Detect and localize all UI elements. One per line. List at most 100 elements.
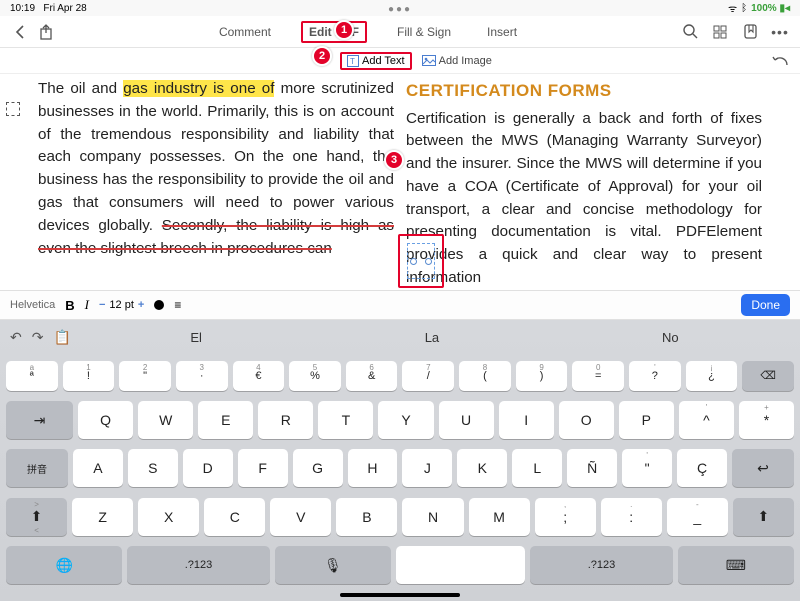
key-_[interactable]: -_: [667, 498, 728, 536]
key-L[interactable]: L: [512, 449, 562, 487]
grid-icon[interactable]: [710, 22, 730, 42]
key-A[interactable]: A: [73, 449, 123, 487]
font-size-stepper[interactable]: − 12 pt +: [99, 299, 144, 311]
battery-indicator: 100% ▮◂: [751, 3, 790, 14]
key-⌫[interactable]: ⌫: [742, 361, 794, 391]
key-V[interactable]: V: [270, 498, 331, 536]
key-H[interactable]: H: [348, 449, 398, 487]
key-=[interactable]: 0=: [572, 361, 624, 391]
return-key[interactable]: ↩: [732, 449, 794, 487]
done-button[interactable]: Done: [741, 294, 790, 316]
key-K[interactable]: K: [457, 449, 507, 487]
tab-key[interactable]: ⇥: [6, 401, 73, 439]
redo-key-icon[interactable]: ↷: [32, 329, 44, 346]
key-P[interactable]: P: [619, 401, 674, 439]
key-J[interactable]: J: [402, 449, 452, 487]
add-image-button[interactable]: Add Image: [422, 55, 492, 67]
suggestion-3[interactable]: No: [662, 330, 679, 345]
textbox-cursor[interactable]: [407, 243, 435, 279]
tutorial-marker-2: 2: [312, 46, 332, 66]
document-canvas[interactable]: The oil and gas industry is one of more …: [0, 74, 800, 290]
bold-button[interactable]: B: [65, 298, 74, 313]
space-key[interactable]: [396, 546, 525, 584]
resize-handle-left[interactable]: [410, 258, 417, 265]
body-text: Certification is generally a back and fo…: [406, 110, 762, 287]
add-text-button[interactable]: T Add Text: [340, 52, 412, 70]
suggestion-1[interactable]: El: [190, 330, 202, 345]
key-"[interactable]: 2": [119, 361, 171, 391]
key-&[interactable]: 6&: [346, 361, 398, 391]
key-([interactable]: 8(: [459, 361, 511, 391]
shift-key-right[interactable]: ⬆: [733, 498, 794, 536]
key-S[interactable]: S: [128, 449, 178, 487]
search-icon[interactable]: [680, 22, 700, 42]
add-text-label: Add Text: [362, 55, 405, 67]
symbols-key-right[interactable]: .?123: [530, 546, 672, 584]
decrease-size-button[interactable]: −: [99, 299, 105, 311]
key-R[interactable]: R: [258, 401, 313, 439]
key-I[interactable]: I: [499, 401, 554, 439]
tab-insert[interactable]: Insert: [481, 21, 523, 43]
key-C[interactable]: C: [204, 498, 265, 536]
italic-button[interactable]: I: [85, 297, 89, 313]
font-family-selector[interactable]: Helvetica: [10, 299, 55, 311]
key-E[interactable]: E: [198, 401, 253, 439]
text-color-button[interactable]: [154, 300, 164, 310]
resize-handle-right[interactable]: [425, 258, 432, 265]
key-F[interactable]: F: [238, 449, 288, 487]
key-Q[interactable]: Q: [78, 401, 133, 439]
key-¿[interactable]: ¡¿: [686, 361, 738, 391]
increase-size-button[interactable]: +: [138, 299, 144, 311]
key-O[interactable]: O: [559, 401, 614, 439]
key-?[interactable]: '?: [629, 361, 681, 391]
share-icon[interactable]: [36, 22, 56, 42]
globe-key[interactable]: 🌐: [6, 546, 122, 584]
ime-switch-key[interactable]: 拼音: [6, 449, 68, 487]
dismiss-keyboard-key[interactable]: ⌨: [678, 546, 794, 584]
key-N[interactable]: N: [402, 498, 463, 536]
text-column-left[interactable]: The oil and gas industry is one of more …: [38, 78, 394, 290]
undo-key-icon[interactable]: ↶: [10, 329, 22, 346]
key-B[interactable]: B: [336, 498, 397, 536]
key-;[interactable]: ,;: [535, 498, 596, 536]
new-textbox-highlight: [398, 234, 444, 288]
text-column-right[interactable]: CERTIFICATION FORMS Certification is gen…: [406, 78, 762, 290]
key-"[interactable]: '": [622, 449, 672, 487]
key-ª[interactable]: aª: [6, 361, 58, 391]
key-Z[interactable]: Z: [72, 498, 133, 536]
key-/[interactable]: 7/: [402, 361, 454, 391]
key-)[interactable]: 9): [516, 361, 568, 391]
undo-icon[interactable]: [770, 51, 790, 71]
key-M[interactable]: M: [469, 498, 530, 536]
key-^[interactable]: '^: [679, 401, 734, 439]
multitask-dots-icon[interactable]: ●●●: [388, 4, 412, 15]
key-%[interactable]: 5%: [289, 361, 341, 391]
symbols-key-left[interactable]: .?123: [127, 546, 269, 584]
bookmark-icon[interactable]: [740, 22, 760, 42]
key-U[interactable]: U: [439, 401, 494, 439]
key-€[interactable]: 4€: [233, 361, 285, 391]
align-button[interactable]: ≡: [174, 298, 181, 312]
key-·[interactable]: 3·: [176, 361, 228, 391]
key-W[interactable]: W: [138, 401, 193, 439]
back-button[interactable]: [10, 22, 30, 42]
dictation-key[interactable]: 🎙: [275, 546, 391, 584]
tab-comment[interactable]: Comment: [213, 21, 277, 43]
key-Y[interactable]: Y: [378, 401, 433, 439]
key-G[interactable]: G: [293, 449, 343, 487]
more-icon[interactable]: •••: [770, 22, 790, 42]
key-![interactable]: 1!: [63, 361, 115, 391]
key-D[interactable]: D: [183, 449, 233, 487]
keyboard-number-row: aª1!2"3·4€5%6&7/8(9)0='?¡¿⌫: [6, 361, 794, 391]
suggestion-2[interactable]: La: [425, 330, 439, 345]
clipboard-icon[interactable]: 📋: [53, 329, 70, 346]
home-indicator[interactable]: [340, 593, 460, 597]
key-Ç[interactable]: Ç: [677, 449, 727, 487]
key-*[interactable]: +*: [739, 401, 794, 439]
key-X[interactable]: X: [138, 498, 199, 536]
shift-key-left[interactable]: >⬆<: [6, 498, 67, 536]
tab-fill-sign[interactable]: Fill & Sign: [391, 21, 457, 43]
key-Ñ[interactable]: Ñ: [567, 449, 617, 487]
key-T[interactable]: T: [318, 401, 373, 439]
key-:[interactable]: .:: [601, 498, 662, 536]
